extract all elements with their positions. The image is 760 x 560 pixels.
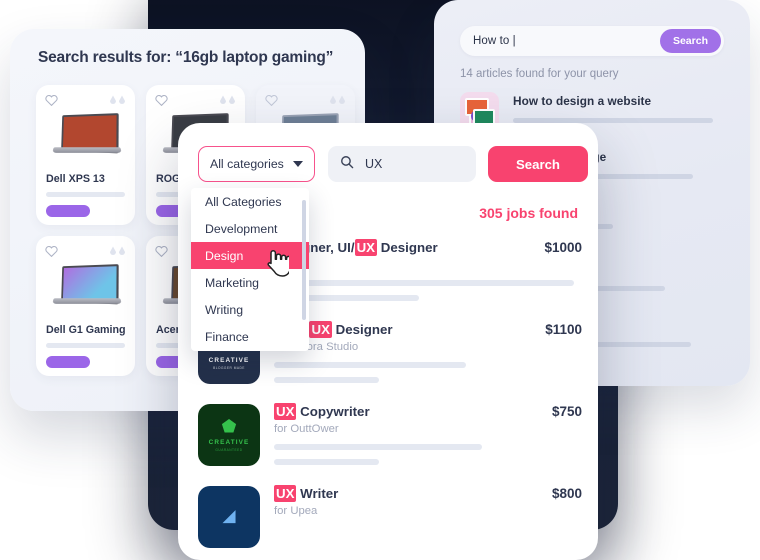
category-dropdown-menu[interactable]: All Categories Development Design Market… — [191, 188, 309, 351]
job-company: for Upea — [274, 505, 318, 517]
category-select-label: All categories — [210, 157, 284, 171]
job-title-highlight: UX — [309, 321, 332, 338]
page-title: Search results for: “16gb laptop gaming” — [38, 49, 334, 66]
product-placeholder-line — [46, 343, 125, 348]
job-placeholder-line — [274, 444, 482, 450]
company-logo: ◢ — [198, 486, 260, 548]
logo-mark: ⬟ — [221, 417, 237, 436]
job-price: $750 — [551, 404, 582, 419]
product-card[interactable]: Dell XPS 13 — [36, 85, 135, 225]
dropdown-option-design[interactable]: Design — [191, 242, 309, 269]
logo-name: CREATIVE — [208, 357, 250, 364]
compare-icon[interactable] — [329, 94, 346, 106]
job-title-highlight: UX — [274, 485, 297, 502]
heart-icon[interactable] — [155, 94, 168, 106]
job-price: $800 — [551, 486, 582, 501]
jobs-search-box[interactable]: UX — [328, 146, 476, 182]
job-company: for OuttOwer — [274, 423, 339, 435]
articles-search-input[interactable]: How to | — [473, 35, 516, 47]
product-action-button[interactable] — [46, 205, 90, 217]
logo-mark: ◢ — [222, 505, 236, 525]
logo-sub: GUARANTEED — [215, 448, 243, 452]
job-placeholder-line — [274, 280, 574, 286]
product-action-button[interactable] — [46, 356, 90, 368]
article-title: How to design a website — [513, 94, 652, 108]
product-image — [44, 107, 127, 165]
job-placeholder-line — [274, 377, 379, 383]
articles-count-label: 14 articles found for your query — [460, 68, 619, 80]
table-row[interactable]: ⬟ CREATIVE GUARANTEED UX Copywriter $750… — [198, 403, 582, 466]
job-placeholder-line — [274, 362, 466, 368]
table-row[interactable]: ◢ UX Writer $800 for Upea — [198, 485, 582, 548]
product-placeholder-line — [46, 192, 125, 197]
articles-search-bar[interactable]: How to | Search — [460, 26, 724, 56]
dropdown-option-writing[interactable]: Writing — [191, 296, 309, 323]
dropdown-option-marketing[interactable]: Marketing — [191, 269, 309, 296]
job-title-highlight: UX — [354, 239, 378, 256]
dropdown-scrollbar[interactable] — [302, 200, 306, 320]
search-icon — [340, 155, 354, 174]
logo-name: CREATIVE — [208, 439, 250, 446]
product-name: Dell XPS 13 — [46, 173, 105, 185]
job-price: $1000 — [544, 240, 582, 255]
jobs-count-badge: 305 jobs found — [479, 205, 578, 221]
product-card[interactable]: Dell G1 Gaming — [36, 236, 135, 376]
jobs-search-button[interactable]: Search — [488, 146, 588, 182]
logo-sub: BLOGGER MADE — [213, 366, 245, 370]
product-name: Dell G1 Gaming — [46, 324, 126, 336]
jobs-toolbar: All categories UX Search — [198, 146, 588, 182]
dropdown-option-finance[interactable]: Finance — [191, 323, 309, 350]
jobs-search-input[interactable]: UX — [365, 157, 382, 171]
screenshot-root: How to | Search 14 articles found for yo… — [0, 0, 760, 560]
heart-icon[interactable] — [265, 94, 278, 106]
heart-icon[interactable] — [45, 245, 58, 257]
dropdown-option-all-categories[interactable]: All Categories — [191, 188, 309, 215]
dropdown-option-development[interactable]: Development — [191, 215, 309, 242]
category-select[interactable]: All categories — [198, 146, 315, 182]
job-title-after: Designer — [331, 322, 393, 337]
heart-icon[interactable] — [155, 245, 168, 257]
product-image — [44, 258, 127, 316]
job-placeholder-line — [274, 459, 379, 465]
job-title-after: Designer — [377, 240, 438, 255]
job-title: UX Copywriter — [274, 403, 370, 420]
job-title-highlight: UX — [274, 403, 297, 420]
job-company: Wo — [274, 259, 582, 271]
heart-icon[interactable] — [45, 94, 58, 106]
articles-search-button[interactable]: Search — [659, 29, 721, 53]
chevron-down-icon — [293, 161, 303, 167]
job-title-after: Writer — [296, 486, 339, 501]
job-title: UX Writer — [274, 485, 339, 502]
job-price: $1100 — [545, 322, 582, 337]
job-company: for Hivora Studio — [274, 341, 359, 353]
compare-icon[interactable] — [109, 94, 126, 106]
company-logo: ⬟ CREATIVE GUARANTEED — [198, 404, 260, 466]
compare-icon[interactable] — [109, 245, 126, 257]
compare-icon[interactable] — [219, 94, 236, 106]
job-title-after: Copywriter — [296, 404, 370, 419]
